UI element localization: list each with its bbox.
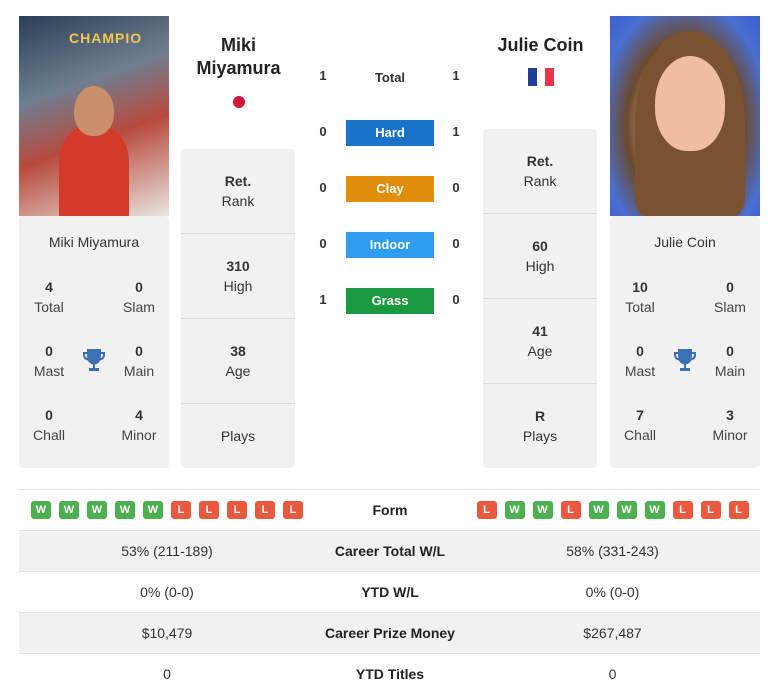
loss-badge[interactable]: L [476,501,497,519]
trophy-icon [674,349,696,371]
loss-badge[interactable]: L [728,501,749,519]
player1-stat-total: 4 Total [34,279,64,315]
h2h-hard-p1: 0 [319,124,327,139]
h2h-indoor-p1: 0 [319,236,327,251]
player1-photo: CHAMPIO [19,16,169,216]
player2-age: 41 Age [483,299,597,384]
player1-stat-mast: 0 Mast [33,343,65,379]
win-badge[interactable]: W [59,501,79,519]
photo-banner-text: CHAMPIO [69,30,143,46]
player2-stat-slam: 0 Slam [714,279,746,315]
player1-value: $10,479 [141,625,193,641]
player1-name-label[interactable]: Miki Miyamura [19,234,169,250]
h2h-clay-p2: 0 [452,180,460,195]
player1-value: 0% (0-0) [140,584,194,600]
win-badge[interactable]: W [31,501,51,519]
player2-value: 0% (0-0) [585,584,640,600]
player1-value: 53% (211-189) [121,543,213,559]
player1-plays: Plays [220,428,256,444]
h2h-hard-p2: 1 [452,124,460,139]
win-badge[interactable]: W [644,501,665,519]
comparison-row: $10,479 Career Prize Money $267,487 [19,612,760,653]
win-badge[interactable]: W [504,501,525,519]
player2-stat-chall: 7 Chall [624,407,656,443]
loss-badge[interactable]: L [560,501,581,519]
player1-info-column: Ret. Rank 310 High 38 Age Plays [181,149,295,468]
comparison-row: 53% (211-189) Career Total W/L 58% (331-… [19,530,760,571]
player2-name-label[interactable]: Julie Coin [610,234,760,250]
france-flag-icon [528,68,555,86]
loss-badge[interactable]: L [672,501,693,519]
surface-grass-button[interactable]: Grass [346,288,434,314]
player2-value: 0 [608,666,617,682]
player1-high: 310 High [181,234,295,319]
h2h-grass-p1: 1 [319,292,327,307]
form-row: WWWWWLLLLL Form LWWLWWWLLL [19,489,760,530]
surface-hard-button[interactable]: Hard [346,120,434,146]
player2-info-column: Ret. Rank 60 High 41 Age R Plays [483,129,597,468]
player2-value: 58% (331-243) [566,543,659,559]
h2h-total-p2: 1 [452,68,460,83]
player2-rank: Ret. Rank [483,129,597,214]
win-badge[interactable]: W [143,501,163,519]
player2-value: $267,487 [583,625,642,641]
player1-stat-chall: 0 Chall [33,407,65,443]
player2-photo [610,16,760,216]
h2h-total-p1: 1 [319,68,327,83]
player2-form-badges: LWWLWWWLLL [465,501,760,519]
player2-high: 60 High [483,214,597,299]
h2h-total-label: Total [374,70,406,85]
loss-badge[interactable]: L [255,501,275,519]
row-label: YTD Titles [355,666,425,682]
row-label: YTD W/L [361,584,419,600]
win-badge[interactable]: W [87,501,107,519]
trophy-icon [83,349,105,371]
win-badge[interactable]: W [616,501,637,519]
player2-plays: R Plays [522,408,558,444]
loss-badge[interactable]: L [283,501,303,519]
player2-name-heading[interactable]: Julie Coin [483,34,598,57]
h2h-clay-p1: 0 [319,180,327,195]
player1-name-heading[interactable]: Miki Miyamura [181,34,296,80]
comparison-row: 0% (0-0) YTD W/L 0% (0-0) [19,571,760,612]
player1-value: 0 [163,666,171,682]
form-label: Form [372,502,408,518]
player1-rank: Ret. Rank [181,149,295,234]
loss-badge[interactable]: L [227,501,247,519]
player1-age: 38 Age [181,319,295,404]
player2-stat-total: 10 Total [625,279,655,315]
surface-indoor-button[interactable]: Indoor [346,232,434,258]
row-label: Career Total W/L [334,543,446,559]
win-badge[interactable]: W [115,501,135,519]
loss-badge[interactable]: L [171,501,191,519]
japan-flag-icon [233,96,245,108]
win-badge[interactable]: W [588,501,609,519]
player2-stat-mast: 0 Mast [624,343,656,379]
player1-stat-slam: 0 Slam [123,279,155,315]
player2-stat-minor: 3 Minor [712,407,748,443]
h2h-grass-p2: 0 [452,292,460,307]
player1-stat-main: 0 Main [123,343,155,379]
player2-stat-main: 0 Main [714,343,746,379]
comparison-row: 0 YTD Titles 0 [19,653,760,694]
surface-clay-button[interactable]: Clay [346,176,434,202]
player1-form-badges: WWWWWLLLLL [19,501,315,519]
loss-badge[interactable]: L [700,501,721,519]
row-label: Career Prize Money [325,625,455,641]
player1-stat-minor: 4 Minor [121,407,157,443]
loss-badge[interactable]: L [199,501,219,519]
h2h-indoor-p2: 0 [452,236,460,251]
win-badge[interactable]: W [532,501,553,519]
